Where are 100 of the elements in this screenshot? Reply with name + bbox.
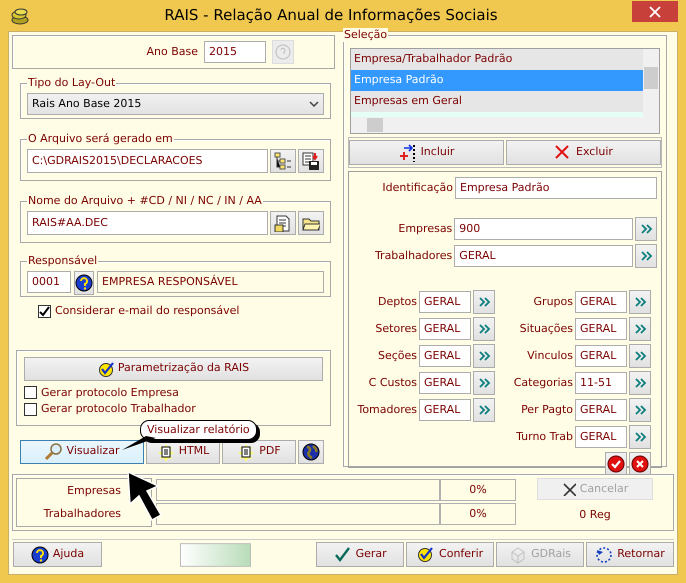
help-icon xyxy=(75,274,93,292)
lookup-button[interactable] xyxy=(74,271,94,295)
expand-button[interactable] xyxy=(629,425,651,449)
confirm-button[interactable] xyxy=(605,452,627,476)
close-button[interactable] xyxy=(632,1,678,22)
filter-label: Empresas xyxy=(397,220,452,237)
filter-field[interactable]: GERAL xyxy=(575,291,627,313)
checkbox-label: Gerar protocolo Trabalhador xyxy=(41,401,196,417)
expand-button[interactable] xyxy=(635,244,657,268)
filter-field[interactable]: GERAL xyxy=(419,291,471,313)
filter-field[interactable]: GERAL xyxy=(575,345,627,367)
double-chevron-icon xyxy=(478,376,490,390)
filter-field[interactable]: GERAL xyxy=(575,318,627,340)
cancel-button[interactable] xyxy=(629,452,651,476)
expand-button[interactable] xyxy=(629,344,651,368)
expand-button[interactable] xyxy=(629,371,651,395)
filter-label: Trabalhadores xyxy=(374,248,452,264)
filter-label: Tomadores xyxy=(356,402,417,418)
checkbox-label: Gerar protocolo Empresa xyxy=(41,384,179,400)
cube-icon xyxy=(509,546,528,564)
expand-button[interactable] xyxy=(473,344,495,368)
checkbox-label: Considerar e-mail do responsável xyxy=(55,303,240,319)
double-chevron-icon xyxy=(634,349,646,363)
filter-field[interactable]: GERAL xyxy=(419,399,471,421)
caret-icon xyxy=(309,101,319,107)
double-chevron-icon xyxy=(478,349,490,363)
filter-label: Vinculos xyxy=(526,348,573,364)
expand-button[interactable] xyxy=(635,217,657,241)
progress-label: Trabalhadores xyxy=(42,506,121,522)
file-name-legend: Nome do Arquivo + #CD / NI / NC / IN / AA xyxy=(27,194,263,208)
selection-button[interactable]: Incluir xyxy=(349,140,504,165)
selection-legend: Seleção xyxy=(343,28,388,42)
checkbox[interactable] xyxy=(24,402,37,416)
filter-field[interactable]: 11-51 xyxy=(575,372,627,394)
list-item[interactable]: Empresa/Trabalhador Padrão xyxy=(351,49,643,70)
check-icon xyxy=(39,306,50,317)
expand-button[interactable] xyxy=(629,290,651,314)
check-icon xyxy=(334,546,352,564)
file-name-field[interactable]: RAIS#AA.DEC xyxy=(27,211,268,235)
mouse-pointer-icon xyxy=(124,470,164,522)
globe-button[interactable] xyxy=(298,440,324,464)
expand-button[interactable] xyxy=(473,290,495,314)
close-icon xyxy=(649,6,661,18)
output-button[interactable]: Visualizar xyxy=(20,440,144,464)
filter-field[interactable]: GERAL xyxy=(454,245,634,267)
ano-base-label: Ano Base xyxy=(146,44,198,60)
new-file-button[interactable] xyxy=(270,211,296,235)
question-icon xyxy=(275,44,291,60)
expand-button[interactable] xyxy=(629,398,651,422)
checkbox[interactable] xyxy=(24,386,37,400)
expand-button[interactable] xyxy=(473,317,495,341)
progress-reading: 0% xyxy=(440,479,516,501)
expand-button[interactable] xyxy=(473,398,495,422)
folder-tree-button[interactable] xyxy=(270,149,296,173)
refresh-icon xyxy=(595,546,614,564)
responsible-name-field: EMPRESA RESPONSÁVEL xyxy=(97,271,324,293)
check-circle-icon xyxy=(607,455,625,473)
filter-field[interactable]: GERAL xyxy=(575,399,627,421)
filter-label: Grupos xyxy=(532,294,573,310)
responsible-code-field[interactable]: 0001 xyxy=(27,271,71,293)
expand-button[interactable] xyxy=(629,317,651,341)
output-path-field[interactable]: C:\GDRAIS2015\DECLARACOES xyxy=(27,149,268,173)
filter-field[interactable]: GERAL xyxy=(419,318,471,340)
globe-icon xyxy=(302,442,320,460)
help-button[interactable]: Ajuda xyxy=(13,542,102,567)
help-icon xyxy=(30,546,49,564)
check-circle-icon xyxy=(417,546,436,564)
window-title: RAIS - Relação Anual de Informações Sociais xyxy=(163,5,499,26)
double-chevron-icon xyxy=(634,403,646,417)
double-chevron-icon xyxy=(478,322,490,336)
filter-field[interactable]: GERAL xyxy=(419,372,471,394)
selection-button[interactable]: Excluir xyxy=(506,140,661,165)
ano-base-field[interactable]: 2015 xyxy=(204,41,266,63)
footer-button[interactable]: Retornar xyxy=(586,542,674,567)
tooltip: Visualizar relatório xyxy=(140,420,257,440)
layout-value: Rais Ano Base 2015 xyxy=(32,96,142,112)
double-chevron-icon xyxy=(478,403,490,417)
filter-field[interactable]: GERAL xyxy=(575,426,627,448)
new-file-icon xyxy=(274,214,292,232)
filter-field[interactable]: GERAL xyxy=(419,345,471,367)
filter-label: Per Pagto xyxy=(520,402,573,418)
checkbox[interactable] xyxy=(38,304,51,318)
list-item[interactable]: Empresas em Geral xyxy=(351,91,643,112)
filter-field[interactable]: 900 xyxy=(454,218,634,240)
layout-dropdown[interactable]: Rais Ano Base 2015 xyxy=(27,93,324,115)
save-button[interactable] xyxy=(298,149,324,173)
parametrization-button[interactable]: Parametrização da RAIS xyxy=(24,356,323,380)
output-path-legend: O Arquivo será gerado em xyxy=(27,132,174,146)
folder-button[interactable] xyxy=(298,211,324,235)
identification-label: Identificação xyxy=(381,180,453,196)
add-item-icon xyxy=(398,144,417,162)
filter-label: Deptos xyxy=(377,294,417,310)
output-button[interactable]: PDF xyxy=(222,440,296,464)
expand-button[interactable] xyxy=(473,371,495,395)
x-icon xyxy=(562,482,576,496)
x-circle-icon xyxy=(631,455,649,473)
footer-button[interactable]: Gerar xyxy=(316,542,404,567)
double-chevron-icon xyxy=(634,376,646,390)
footer-button[interactable]: Conferir xyxy=(406,542,494,567)
identification-field[interactable]: Empresa Padrão xyxy=(455,177,657,199)
